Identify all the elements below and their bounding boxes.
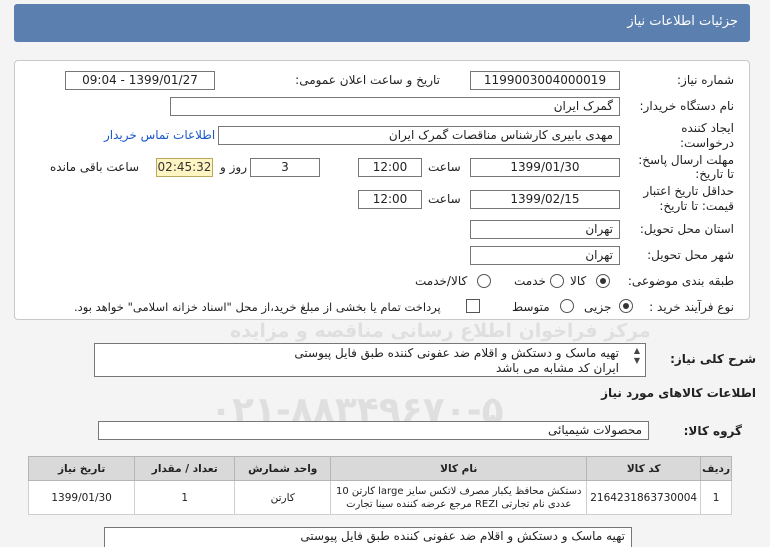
process-radio-medium[interactable] xyxy=(560,299,574,313)
scroll-up-icon[interactable]: ▲ xyxy=(632,347,642,355)
cell-row: 1 xyxy=(700,480,732,515)
city-field[interactable]: تهران xyxy=(470,246,620,265)
city-label: شهر محل تحویل: xyxy=(647,248,734,262)
description-label: شرح کلی نیاز: xyxy=(670,352,756,366)
process-option-minor: جزیی xyxy=(584,300,612,314)
cell-qty: 1 xyxy=(134,480,236,515)
province-field[interactable]: تهران xyxy=(470,220,620,239)
category-label: طبقه بندی موضوعی: xyxy=(627,274,734,288)
deadline-label-line1: مهلت ارسال پاسخ: xyxy=(638,153,734,167)
items-table: ردیف کد کالا نام کالا واحد شمارش تعداد /… xyxy=(27,456,732,515)
goods-info-title: اطلاعات کالاهای مورد نیاز xyxy=(601,386,756,400)
table-row[interactable]: 1 2164231863730004 دستکش محافظ یکبار مصر… xyxy=(27,480,732,515)
category-radio-goods-service[interactable] xyxy=(477,274,491,288)
remaining-label: ساعت باقی مانده xyxy=(50,160,140,174)
category-radio-service[interactable] xyxy=(550,274,564,288)
cell-unit: کارتن xyxy=(234,480,332,515)
need-number-label: شماره نیاز: xyxy=(677,73,734,87)
creator-label-line2: درخواست: xyxy=(680,136,734,150)
validity-time-field[interactable]: 12:00 xyxy=(358,190,422,209)
col-header-unit: واحد شمارش xyxy=(234,456,332,481)
creator-label-line1: ایجاد کننده xyxy=(681,121,734,135)
category-option-service: خدمت xyxy=(514,274,546,288)
col-header-row: ردیف xyxy=(700,456,732,481)
category-option-goods: کالا xyxy=(570,274,587,288)
deadline-label-line2: تا تاریخ: xyxy=(695,167,734,181)
cell-date: 1399/01/30 xyxy=(27,480,136,515)
col-header-code: کد کالا xyxy=(586,456,702,481)
announce-field[interactable]: 1399/01/27 - 09:04 xyxy=(65,71,215,90)
watermark-text: مرکز فراخوان اطلاع رسانی مناقصه و مزایده xyxy=(230,320,651,342)
announce-label: تاریخ و ساعت اعلان عمومی: xyxy=(295,73,440,87)
process-option-medium: متوسط xyxy=(512,300,550,314)
process-radio-minor[interactable] xyxy=(619,299,633,313)
days-field[interactable]: 3 xyxy=(250,158,320,177)
buyer-label: نام دستگاه خریدار: xyxy=(639,99,735,113)
validity-time-label: ساعت xyxy=(428,192,461,206)
province-label: استان محل تحویل: xyxy=(639,222,734,236)
cell-code: 2164231863730004 xyxy=(586,480,702,515)
attachment-description: تهیه ماسک و دستکش و اقلام ضد عفونی کننده… xyxy=(104,527,632,547)
col-header-date: تاریخ نیاز xyxy=(27,456,136,481)
remaining-timer: 02:45:32 xyxy=(156,158,213,177)
description-line2: ایران کد مشابه می باشد xyxy=(495,361,619,375)
category-radio-goods[interactable] xyxy=(596,274,610,288)
page-title: جزئیات اطلاعات نیاز xyxy=(627,14,738,29)
days-label: روز و xyxy=(220,160,247,174)
payment-checkbox[interactable] xyxy=(466,299,480,313)
creator-field[interactable]: مهدی بابیری کارشناس مناقصات گمرک ایران xyxy=(218,126,620,145)
validity-label-line1: حداقل تاریخ اعتبار xyxy=(643,184,734,198)
deadline-time-label: ساعت xyxy=(428,160,461,174)
description-line1: تهیه ماسک و دستکش و اقلام ضد عفونی کننده… xyxy=(294,346,619,360)
col-header-name: نام کالا xyxy=(330,456,588,481)
page-header: جزئیات اطلاعات نیاز xyxy=(14,4,750,42)
deadline-date-field[interactable]: 1399/01/30 xyxy=(470,158,620,177)
description-textarea[interactable]: تهیه ماسک و دستکش و اقلام ضد عفونی کننده… xyxy=(94,343,646,377)
payment-note: پرداخت تمام یا بخشی از مبلغ خرید،از محل … xyxy=(74,300,441,314)
process-label: نوع فرآیند خرید : xyxy=(649,300,734,314)
goods-group-label: گروه کالا: xyxy=(683,424,742,438)
buyer-contact-link[interactable]: اطلاعات تماس خریدار xyxy=(104,128,215,142)
need-number-field[interactable]: 1199003004000019 xyxy=(470,71,620,90)
goods-group-field[interactable]: محصولات شیمیائی xyxy=(98,421,649,440)
validity-label-line2: قیمت: تا تاریخ: xyxy=(659,199,734,213)
deadline-time-field[interactable]: 12:00 xyxy=(358,158,422,177)
table-header-row: ردیف کد کالا نام کالا واحد شمارش تعداد /… xyxy=(27,456,732,481)
buyer-field[interactable]: گمرک ایران xyxy=(170,97,620,116)
validity-date-field[interactable]: 1399/02/15 xyxy=(470,190,620,209)
col-header-qty: تعداد / مقدار xyxy=(134,456,236,481)
cell-name: دستکش محافظ یکبار مصرف لاتکس سایز large … xyxy=(330,480,588,515)
category-option-goods-service: کالا/خدمت xyxy=(415,274,468,288)
scroll-down-icon[interactable]: ▼ xyxy=(632,357,642,365)
